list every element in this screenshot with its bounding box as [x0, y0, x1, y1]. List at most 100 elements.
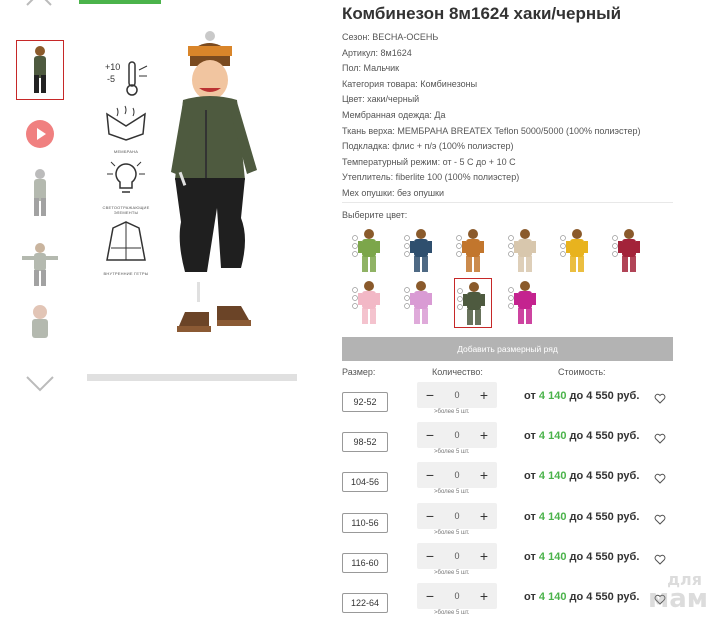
color-swatch[interactable] [610, 226, 648, 276]
column-header-price: Стоимость: [558, 367, 606, 377]
stock-status: >более 5 шт. [434, 449, 470, 456]
kid-figure-icon [34, 169, 46, 216]
kid-figure-icon [352, 281, 380, 324]
property-lining: Подкладка: флис + п/э (100% полиэстер) [342, 141, 514, 152]
heart-icon[interactable] [654, 514, 666, 525]
decrease-quantity-button[interactable]: − [421, 424, 439, 446]
heart-icon[interactable] [654, 554, 666, 565]
property-fur-trim: Мех опушки: без опушки [342, 187, 445, 198]
kid-figure-icon [404, 229, 432, 272]
decrease-quantity-button[interactable]: − [421, 464, 439, 486]
quantity-value[interactable]: 0 [447, 462, 467, 488]
size-row: 104-56 −0 + >более 5 шт. от 4 140 до 4 550 р… [342, 462, 678, 502]
price-low: 4 140 [538, 510, 567, 523]
decrease-quantity-button[interactable]: − [421, 384, 439, 406]
column-header-size: Размер: [342, 367, 376, 377]
quantity-value[interactable]: 0 [447, 382, 467, 408]
thumbnail-back-photo[interactable] [16, 164, 64, 224]
increase-quantity-button[interactable]: + [475, 424, 493, 446]
size-label: 116-60 [342, 552, 388, 573]
thumbnail-main-photo[interactable] [16, 40, 64, 100]
heart-icon[interactable] [654, 433, 666, 444]
size-label: 98-52 [342, 432, 388, 453]
kid-figure-icon [456, 229, 484, 272]
price-high: до 4 550 руб. [569, 430, 640, 443]
size-label: 110-56 [342, 512, 388, 533]
price-from-label: от [524, 550, 536, 563]
kid-figure-icon [560, 229, 588, 272]
color-swatch[interactable] [558, 226, 596, 276]
color-swatch[interactable] [506, 278, 544, 328]
increase-quantity-button[interactable]: + [475, 464, 493, 486]
quantity-stepper: −0 + [417, 542, 497, 569]
size-label: 122-64 [342, 593, 388, 613]
size-row: 116-60 −0 + >более 5 шт. от 4 140 до 4 550 р… [342, 542, 678, 583]
price-high: до 4 550 руб. [569, 591, 640, 603]
size-row: 98-52 −0 + >более 5 шт. от 4 140 до 4 550 ру… [342, 422, 678, 462]
price-high: до 4 550 руб. [569, 470, 640, 483]
color-swatch[interactable] [402, 226, 440, 276]
decrease-quantity-button[interactable]: − [421, 545, 439, 567]
property-color: Цвет: хаки/черный [342, 94, 420, 105]
property-category: Категория товара: Комбинезоны [342, 78, 478, 89]
heart-icon[interactable] [654, 393, 666, 404]
increase-quantity-button[interactable]: + [475, 505, 493, 527]
color-swatch[interactable] [506, 226, 544, 276]
column-header-quantity: Количество: [432, 367, 483, 377]
price-high: до 4 550 руб. [569, 390, 640, 402]
chevron-up-icon[interactable] [26, 0, 52, 6]
image-scrollbar[interactable] [87, 374, 297, 381]
color-selector-label: Выберите цвет: [342, 210, 408, 220]
quantity-stepper: −0 + [417, 462, 497, 489]
heart-icon[interactable] [654, 473, 666, 485]
color-swatch[interactable] [454, 278, 492, 328]
color-swatch[interactable] [350, 278, 388, 328]
quantity-value[interactable]: 0 [447, 583, 467, 609]
kid-figure-icon [22, 243, 58, 286]
price-high: до 4 550 руб. [569, 550, 640, 563]
color-swatch[interactable] [454, 226, 492, 276]
cart-button-edge[interactable] [79, 0, 161, 4]
property-outer-fabric: Ткань верха: МЕМБРАНА BREATEX Teflon 500… [342, 125, 641, 136]
quantity-stepper: −0 + [417, 422, 497, 449]
watermark-logo: для мам [636, 570, 712, 616]
add-size-row-button[interactable]: Добавить размерный ряд [342, 337, 673, 361]
chevron-down-icon[interactable] [26, 376, 54, 392]
stock-status: >более 5 шт. [434, 569, 470, 576]
quantity-value[interactable]: 0 [447, 543, 467, 569]
price-low: 4 140 [538, 591, 567, 603]
color-swatch[interactable] [402, 278, 440, 328]
watermark-line-2: мам [647, 584, 708, 614]
size-label: 104-56 [342, 472, 388, 493]
quantity-stepper: −0 + [417, 502, 497, 529]
kid-figure-icon [612, 229, 640, 272]
thumbnail-pose-photo[interactable] [16, 236, 64, 296]
kid-figure-icon [508, 229, 536, 272]
increase-quantity-button[interactable]: + [475, 585, 493, 607]
kid-figure-icon [32, 305, 48, 338]
price-from-label: от [524, 430, 536, 443]
kid-figure-icon [352, 229, 380, 272]
property-season: Сезон: ВЕСНА-ОСЕНЬ [342, 32, 439, 42]
price-range: от 4 140 до 4 550 руб. [524, 430, 639, 442]
increase-quantity-button[interactable]: + [475, 545, 493, 567]
price-from-label: от [524, 390, 536, 402]
quantity-value[interactable]: 0 [447, 503, 467, 529]
increase-quantity-button[interactable]: + [475, 384, 493, 406]
play-video-button[interactable] [26, 120, 54, 148]
product-main-image[interactable] [87, 22, 297, 370]
quantity-value[interactable]: 0 [447, 422, 467, 448]
decrease-quantity-button[interactable]: − [421, 585, 439, 607]
size-row: 110-56 −0 + >более 5 шт. от 4 140 до 4 550 р… [342, 502, 678, 543]
decrease-quantity-button[interactable]: − [421, 505, 439, 527]
color-swatch[interactable] [350, 226, 388, 276]
price-low: 4 140 [538, 390, 567, 402]
price-from-label: от [524, 470, 536, 483]
thumbnail-detail-photo[interactable] [16, 302, 64, 342]
price-low: 4 140 [538, 470, 567, 483]
property-membrane: Мембранная одежда: Да [342, 109, 446, 120]
kid-figure-icon [457, 282, 485, 325]
property-gender: Пол: Мальчик [342, 63, 400, 74]
property-temperature: Температурный режим: от - 5 С до + 10 С [342, 156, 516, 167]
size-row: 92-52 −0 + >более 5 шт. от 4 140 до 4 550 ру… [342, 382, 678, 422]
